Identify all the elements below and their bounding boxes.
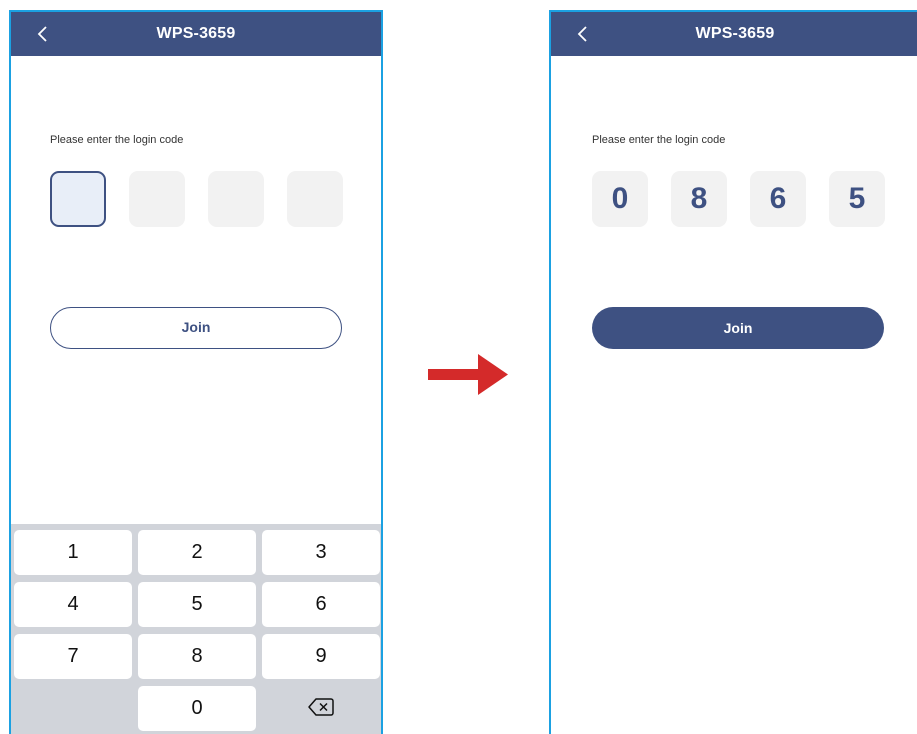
code-digit-2[interactable]: 8 — [671, 171, 727, 227]
key-5[interactable]: 5 — [138, 582, 256, 627]
key-2[interactable]: 2 — [138, 530, 256, 575]
header-bar: WPS-3659 — [551, 12, 917, 56]
key-9[interactable]: 9 — [262, 634, 380, 679]
code-digit-3[interactable]: 6 — [750, 171, 806, 227]
key-blank — [14, 686, 132, 731]
key-0[interactable]: 0 — [138, 686, 256, 731]
code-digit-1[interactable]: 0 — [592, 171, 648, 227]
code-digit-3[interactable] — [208, 171, 264, 227]
header-bar: WPS-3659 — [11, 12, 381, 56]
page-title: WPS-3659 — [695, 25, 775, 42]
code-digit-4[interactable]: 5 — [829, 171, 885, 227]
code-digit-1[interactable] — [50, 171, 106, 227]
numeric-keypad: 1 2 3 4 5 6 7 8 9 0 — [11, 524, 381, 734]
key-1[interactable]: 1 — [14, 530, 132, 575]
code-digit-2[interactable] — [129, 171, 185, 227]
key-4[interactable]: 4 — [14, 582, 132, 627]
key-delete[interactable] — [262, 686, 380, 731]
key-8[interactable]: 8 — [138, 634, 256, 679]
arrow-right-icon — [428, 354, 508, 395]
key-3[interactable]: 3 — [262, 530, 380, 575]
join-button[interactable]: Join — [592, 307, 884, 349]
join-button[interactable]: Join — [50, 307, 342, 349]
backspace-icon — [308, 698, 334, 716]
login-code-prompt: Please enter the login code — [50, 134, 184, 146]
page-title: WPS-3659 — [156, 25, 236, 42]
phone-screen-before: WPS-3659 Please enter the login code Joi… — [9, 10, 383, 734]
code-digit-4[interactable] — [287, 171, 343, 227]
phone-screen-after: WPS-3659 Please enter the login code 0 8… — [549, 10, 917, 734]
key-7[interactable]: 7 — [14, 634, 132, 679]
key-6[interactable]: 6 — [262, 582, 380, 627]
login-code-prompt: Please enter the login code — [592, 134, 726, 146]
